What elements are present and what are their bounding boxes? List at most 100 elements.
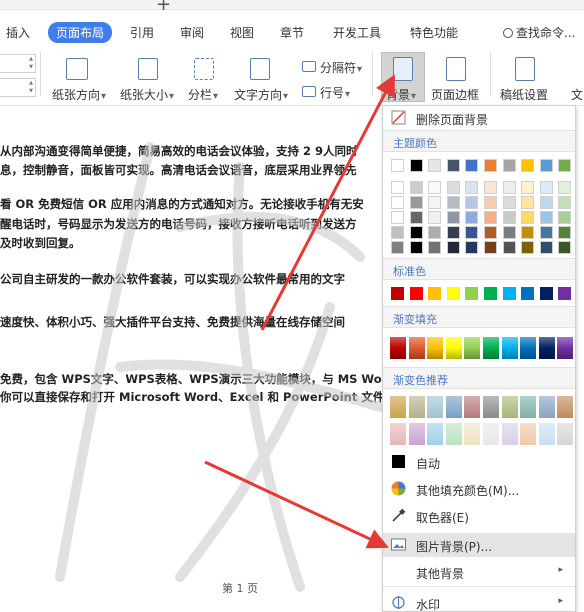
theme-color-swatch[interactable] (558, 226, 572, 239)
theme-color-swatch[interactable] (465, 211, 479, 224)
gradient-fill-swatch[interactable] (427, 337, 444, 359)
gradient-recommend-swatch[interactable] (557, 423, 574, 445)
tab-features[interactable]: 特色功能 (410, 24, 458, 41)
theme-color-swatch[interactable] (502, 241, 516, 254)
theme-color-swatch[interactable] (502, 159, 516, 172)
theme-color-swatch[interactable] (558, 241, 572, 254)
standard-color-swatch[interactable] (446, 287, 460, 300)
gradient-recommend-swatch[interactable] (408, 423, 425, 445)
theme-color-swatch[interactable] (484, 196, 497, 209)
gradient-fill-swatch[interactable] (408, 337, 425, 359)
theme-color-swatch[interactable] (391, 159, 404, 172)
gradient-recommend-swatch[interactable] (538, 396, 555, 418)
gradient-fill-swatch[interactable] (483, 337, 499, 359)
theme-color-swatch[interactable] (446, 211, 460, 224)
gradient-recommend-swatch[interactable] (427, 423, 444, 445)
theme-color-swatch[interactable] (502, 196, 516, 209)
tab-view[interactable]: 视图 (230, 24, 254, 41)
theme-color-swatch[interactable] (521, 159, 535, 172)
theme-color-swatch[interactable] (446, 159, 460, 172)
theme-color-swatch[interactable] (558, 211, 572, 224)
tab-references[interactable]: 引用 (130, 24, 154, 41)
standard-color-swatch[interactable] (428, 287, 442, 300)
standard-color-swatch[interactable] (502, 287, 516, 300)
gradient-recommend-swatch[interactable] (520, 396, 537, 418)
theme-color-swatch[interactable] (502, 181, 516, 194)
gradient-recommend-swatch[interactable] (501, 423, 518, 445)
theme-color-swatch[interactable] (484, 181, 497, 194)
theme-color-swatch[interactable] (465, 196, 479, 209)
tab-page-layout[interactable]: 页面布局 (48, 22, 113, 43)
auto-color-item[interactable]: 自动 (383, 450, 575, 474)
eyedropper-item[interactable]: 取色器(E) (383, 504, 575, 528)
theme-color-swatch[interactable] (521, 226, 535, 239)
theme-color-swatch[interactable] (428, 181, 442, 194)
theme-color-swatch[interactable] (465, 241, 479, 254)
standard-color-swatch[interactable] (558, 287, 572, 300)
margin-spinner-top[interactable] (0, 54, 36, 73)
background-button[interactable]: 背景 (386, 86, 416, 103)
paper-direction-button[interactable]: 纸张方向 (52, 86, 106, 103)
tab-review[interactable]: 审阅 (180, 24, 204, 41)
standard-color-swatch[interactable] (391, 287, 404, 300)
theme-color-swatch[interactable] (446, 226, 460, 239)
columns-button[interactable]: 分栏 (188, 86, 218, 103)
theme-color-swatch[interactable] (391, 181, 404, 194)
gradient-recommend-swatch[interactable] (483, 423, 499, 445)
gradient-fill-swatch[interactable] (520, 337, 537, 359)
gradient-recommend-swatch[interactable] (445, 423, 462, 445)
theme-color-swatch[interactable] (446, 196, 460, 209)
theme-color-swatch[interactable] (391, 211, 404, 224)
gradient-fill-swatch[interactable] (501, 337, 518, 359)
gradient-recommend-swatch[interactable] (390, 423, 406, 445)
gradient-fill-swatch[interactable] (390, 337, 406, 359)
theme-color-swatch[interactable] (539, 211, 553, 224)
standard-color-swatch[interactable] (521, 287, 535, 300)
theme-color-swatch[interactable] (428, 241, 442, 254)
theme-color-swatch[interactable] (539, 181, 553, 194)
standard-color-swatch[interactable] (409, 287, 423, 300)
tab-developer[interactable]: 开发工具 (333, 24, 381, 41)
gradient-recommend-swatch[interactable] (445, 396, 462, 418)
cut-off-ribbon-label[interactable]: 文 (571, 86, 583, 103)
theme-color-swatch[interactable] (391, 241, 404, 254)
text-direction-button[interactable]: 文字方向 (234, 86, 288, 103)
standard-color-swatch[interactable] (484, 287, 497, 300)
theme-color-swatch[interactable] (446, 241, 460, 254)
manuscript-setting-button[interactable]: 稿纸设置 (500, 86, 548, 103)
gradient-recommend-swatch[interactable] (483, 396, 499, 418)
theme-color-swatch[interactable] (558, 159, 572, 172)
picture-background-item[interactable]: 图片背景(P)... (383, 533, 575, 557)
separator-button[interactable]: 分隔符 (320, 59, 362, 76)
theme-color-swatch[interactable] (484, 211, 497, 224)
gradient-recommend-swatch[interactable] (408, 396, 425, 418)
more-fill-colors-item[interactable]: 其他填充颜色(M)... (383, 477, 575, 501)
theme-color-swatch[interactable] (558, 181, 572, 194)
theme-color-swatch[interactable] (539, 241, 553, 254)
theme-color-swatch[interactable] (391, 226, 404, 239)
gradient-recommend-swatch[interactable] (538, 423, 555, 445)
theme-color-swatch[interactable] (539, 226, 553, 239)
new-tab-plus-icon[interactable]: + (156, 0, 171, 15)
theme-color-swatch[interactable] (465, 159, 479, 172)
gradient-fill-swatch[interactable] (538, 337, 555, 359)
theme-color-swatch[interactable] (465, 226, 479, 239)
theme-color-swatch[interactable] (409, 211, 423, 224)
theme-color-swatch[interactable] (409, 181, 423, 194)
standard-color-swatch[interactable] (539, 287, 553, 300)
gradient-recommend-swatch[interactable] (464, 396, 481, 418)
line-number-button[interactable]: 行号 (320, 84, 350, 101)
theme-color-swatch[interactable] (465, 181, 479, 194)
theme-color-swatch[interactable] (484, 159, 497, 172)
gradient-recommend-swatch[interactable] (520, 423, 537, 445)
theme-color-swatch[interactable] (521, 241, 535, 254)
watermark-item[interactable]: 水印 ▸ (383, 591, 575, 612)
gradient-recommend-swatch[interactable] (557, 396, 574, 418)
theme-color-swatch[interactable] (428, 196, 442, 209)
remove-page-background-item[interactable]: 删除页面背景 (383, 106, 575, 130)
gradient-recommend-swatch[interactable] (390, 396, 406, 418)
margin-spinner-bottom[interactable] (0, 78, 36, 97)
gradient-recommend-swatch[interactable] (464, 423, 481, 445)
theme-color-swatch[interactable] (428, 211, 442, 224)
theme-color-swatch[interactable] (521, 211, 535, 224)
